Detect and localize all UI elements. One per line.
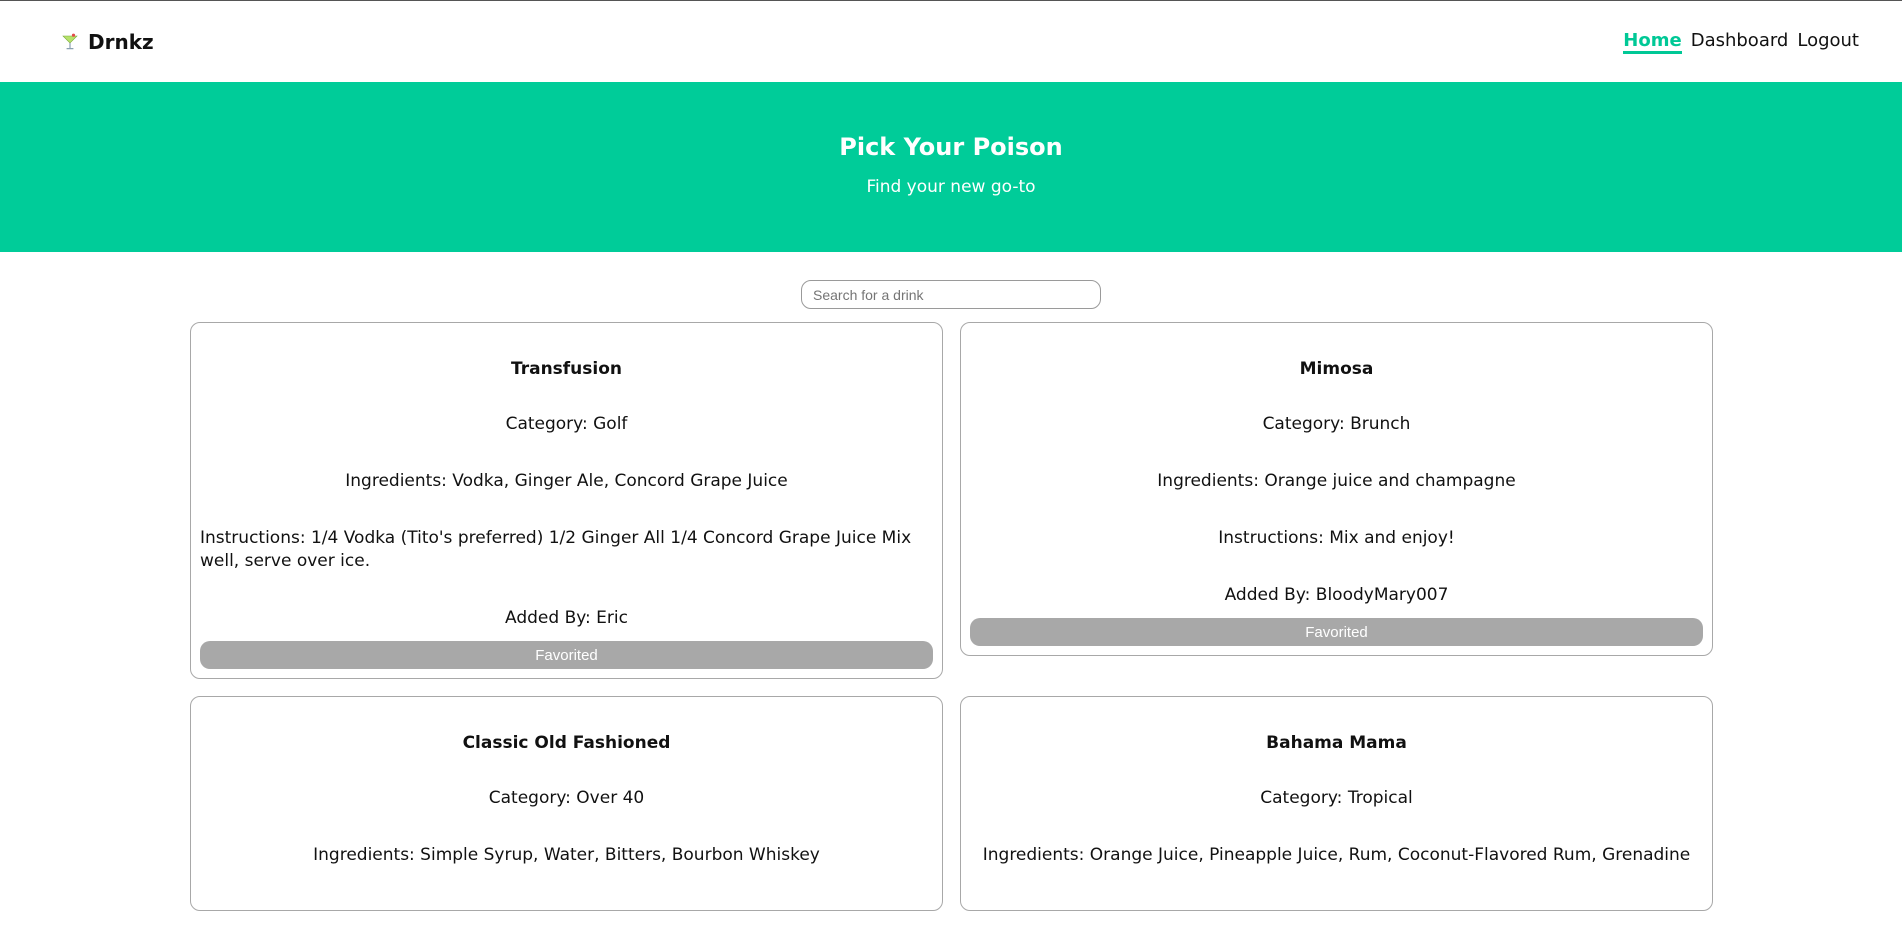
drink-added-by: Added By: Eric	[505, 608, 628, 628]
brand-name: Drnkz	[88, 29, 154, 54]
drink-ingredients: Ingredients: Orange Juice, Pineapple Jui…	[982, 845, 1691, 865]
drink-card: Mimosa Category: Brunch Ingredients: Ora…	[960, 322, 1713, 656]
hero-banner: Pick Your Poison Find your new go-to	[0, 82, 1902, 252]
drink-instructions: Instructions: Mix and enjoy!	[1218, 528, 1455, 548]
nav-link-home[interactable]: Home	[1623, 30, 1682, 54]
favorited-button[interactable]: Favorited	[970, 618, 1703, 646]
drink-added-by: Added By: BloodyMary007	[1224, 585, 1449, 605]
drink-name: Mimosa	[1299, 359, 1374, 379]
drink-category: Category: Brunch	[1262, 414, 1411, 434]
favorited-button[interactable]: Favorited	[200, 641, 933, 669]
navbar: Drnkz Home Dashboard Logout	[0, 1, 1902, 82]
drink-ingredients: Ingredients: Simple Syrup, Water, Bitter…	[313, 845, 820, 865]
drink-card: Bahama Mama Category: Tropical Ingredien…	[960, 696, 1713, 911]
drink-ingredients: Ingredients: Vodka, Ginger Ale, Concord …	[345, 471, 788, 491]
drink-instructions: Instructions: 1/4 Vodka (Tito's preferre…	[200, 528, 912, 571]
drink-category: Category: Golf	[505, 414, 628, 434]
search-container	[0, 252, 1902, 322]
cocktail-glass-icon	[62, 33, 78, 49]
nav-links: Home Dashboard Logout	[1623, 30, 1859, 54]
brand[interactable]: Drnkz	[60, 30, 154, 54]
search-input[interactable]	[801, 280, 1101, 309]
drink-name: Transfusion	[510, 359, 623, 379]
nav-link-dashboard[interactable]: Dashboard	[1691, 30, 1789, 53]
drink-ingredients: Ingredients: Orange juice and champagne	[1157, 471, 1516, 491]
drink-category: Category: Tropical	[1260, 788, 1413, 808]
hero-title: Pick Your Poison	[839, 133, 1063, 161]
drink-category: Category: Over 40	[488, 788, 645, 808]
drink-card: Classic Old Fashioned Category: Over 40 …	[190, 696, 943, 911]
nav-link-logout[interactable]: Logout	[1797, 30, 1859, 53]
drink-card: Transfusion Category: Golf Ingredients: …	[190, 322, 943, 679]
drink-grid: Transfusion Category: Golf Ingredients: …	[0, 322, 1902, 911]
drink-name: Bahama Mama	[1266, 733, 1407, 753]
drink-name: Classic Old Fashioned	[462, 733, 671, 753]
hero-subtitle: Find your new go-to	[866, 177, 1036, 197]
